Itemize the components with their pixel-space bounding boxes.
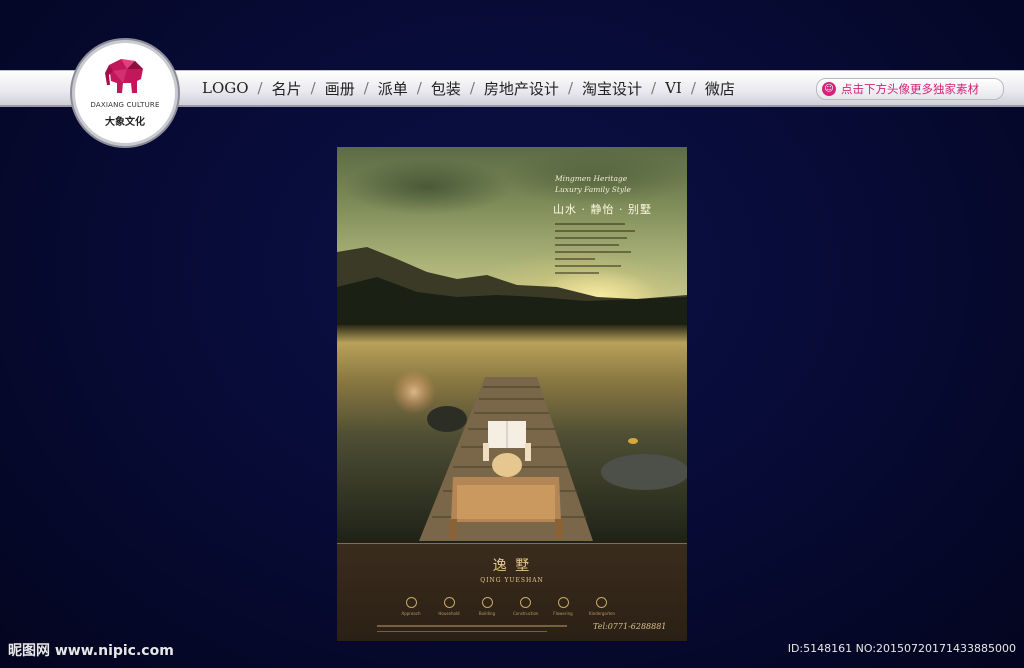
feature-label: Approach xyxy=(401,611,421,616)
promo-label: 点击下方头像更多独家素材 xyxy=(841,82,979,96)
tagline-en-line-2: Luxury Family Style xyxy=(555,185,631,194)
poster-tagline-cn: 山水 · 静怡 · 别墅 xyxy=(553,203,652,216)
nav-item-vi[interactable]: VI xyxy=(665,79,682,97)
avatar-icon: ☺ xyxy=(822,82,836,96)
nav-item-weidian[interactable]: 微店 xyxy=(705,78,735,99)
poster-telephone: Tel:0771-6288881 xyxy=(593,622,667,631)
watermark-site: 昵图网 www.nipic.com xyxy=(8,643,174,659)
feature-icon xyxy=(519,597,531,608)
nav-item-packaging[interactable]: 包装 xyxy=(431,78,461,99)
poster-brand-en: QING YUESHAN xyxy=(480,577,544,584)
nav-separator: / xyxy=(416,79,422,97)
nav-item-taobao[interactable]: 淘宝设计 xyxy=(582,78,642,99)
feature-item: Building xyxy=(475,597,499,616)
brand-logo[interactable]: DAXIANG CULTURE 大象文化 xyxy=(72,40,178,146)
nav-item-real-estate[interactable]: 房地产设计 xyxy=(484,78,559,99)
feature-item: Construction xyxy=(513,597,539,616)
feature-label: Flowering xyxy=(553,611,573,616)
poster-body-text xyxy=(555,223,645,279)
watermark-id: ID:5148161 NO:20150720171433885000 xyxy=(787,642,1016,655)
nav-item-business-card[interactable]: 名片 xyxy=(272,78,302,99)
feature-label: Building xyxy=(478,611,496,616)
nav-menu: LOGO / 名片 / 画册 / 派单 / 包装 / 房地产设计 / 淘宝设计 … xyxy=(202,71,735,105)
feature-item: Approach xyxy=(399,597,423,616)
poster-brand-cn: 逸 墅 xyxy=(492,558,532,574)
feature-label: Household xyxy=(438,611,460,616)
feature-item: Flowering xyxy=(551,597,575,616)
feature-item: Kindergarten xyxy=(589,597,616,616)
nav-separator: / xyxy=(310,79,316,97)
poster-image: Mingmen Heritage Luxury Family Style 山水 … xyxy=(337,147,687,641)
nav-separator: / xyxy=(690,79,696,97)
feature-icon xyxy=(595,597,607,608)
nav-item-logo[interactable]: LOGO xyxy=(202,79,249,97)
feature-icon xyxy=(405,597,417,608)
poster-contact-text xyxy=(377,625,577,636)
nav-item-flyer[interactable]: 派单 xyxy=(378,78,408,99)
logo-brand-en: DAXIANG CULTURE xyxy=(90,101,160,109)
logo-brand-cn: 大象文化 xyxy=(105,117,145,128)
feature-icon xyxy=(481,597,493,608)
nav-separator: / xyxy=(567,79,573,97)
feature-item: Household xyxy=(437,597,461,616)
nav-separator: / xyxy=(257,79,263,97)
poster-tagline-en: Mingmen Heritage Luxury Family Style xyxy=(555,173,631,195)
nav-item-brochure[interactable]: 画册 xyxy=(325,78,355,99)
promo-button[interactable]: ☺ 点击下方头像更多独家素材 xyxy=(816,78,1004,100)
tagline-en-line-1: Mingmen Heritage xyxy=(555,174,628,183)
feature-label: Kindergarten xyxy=(589,611,616,616)
nav-separator: / xyxy=(469,79,475,97)
feature-icon xyxy=(443,597,455,608)
nav-separator: / xyxy=(363,79,369,97)
nav-separator: / xyxy=(651,79,657,97)
poster-feature-icons: Approach Household Building Construction… xyxy=(399,597,616,616)
elephant-icon xyxy=(105,59,143,93)
feature-label: Construction xyxy=(513,611,539,616)
poster-brand: 逸 墅 QING YUESHAN xyxy=(337,555,687,584)
feature-icon xyxy=(557,597,569,608)
